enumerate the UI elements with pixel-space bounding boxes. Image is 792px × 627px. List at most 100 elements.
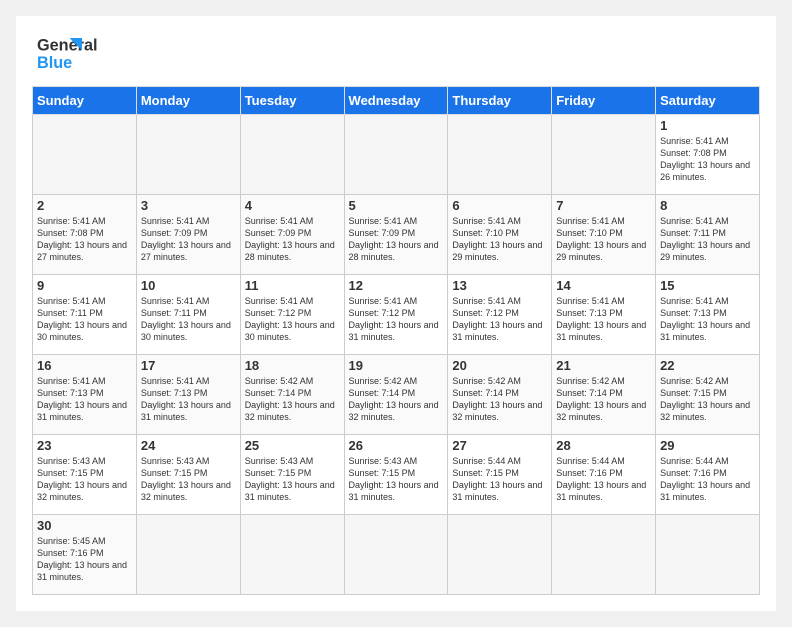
calendar-cell bbox=[552, 115, 656, 195]
day-number: 3 bbox=[141, 198, 236, 213]
svg-text:Blue: Blue bbox=[37, 54, 72, 72]
weekday-header-monday: Monday bbox=[136, 87, 240, 115]
calendar-cell: 3 Sunrise: 5:41 AM Sunset: 7:09 PM Daylig… bbox=[136, 195, 240, 275]
day-number: 1 bbox=[660, 118, 755, 133]
day-info: Sunrise: 5:41 AM Sunset: 7:12 PM Dayligh… bbox=[452, 295, 547, 344]
logo-icon: General Blue bbox=[32, 28, 112, 78]
day-info: Sunrise: 5:44 AM Sunset: 7:15 PM Dayligh… bbox=[452, 455, 547, 504]
day-number: 7 bbox=[556, 198, 651, 213]
day-number: 12 bbox=[349, 278, 444, 293]
calendar-table: SundayMondayTuesdayWednesdayThursdayFrid… bbox=[32, 86, 760, 595]
week-row-1: 2Sunrise: 5:41 AM Sunset: 7:08 PM Daylig… bbox=[33, 195, 760, 275]
day-info: Sunrise: 5:41 AM Sunset: 7:13 PM Dayligh… bbox=[556, 295, 651, 344]
svg-text:General: General bbox=[37, 37, 98, 55]
day-number: 20 bbox=[452, 358, 547, 373]
calendar-cell bbox=[33, 115, 137, 195]
day-number: 30 bbox=[37, 518, 132, 533]
calendar-cell: 27 Sunrise: 5:44 AM Sunset: 7:15 PM Dayli… bbox=[448, 435, 552, 515]
day-info: Sunrise: 5:45 AM Sunset: 7:16 PM Dayligh… bbox=[37, 535, 132, 584]
weekday-header-thursday: Thursday bbox=[448, 87, 552, 115]
day-info: Sunrise: 5:42 AM Sunset: 7:14 PM Dayligh… bbox=[556, 375, 651, 424]
calendar-cell: 18Sunrise: 5:42 AM Sunset: 7:14 PM Dayli… bbox=[240, 355, 344, 435]
calendar-container: General Blue SundayMondayTuesdayWednesda… bbox=[16, 16, 776, 611]
day-number: 24 bbox=[141, 438, 236, 453]
calendar-cell: 17Sunrise: 5:41 AM Sunset: 7:13 PM Dayli… bbox=[136, 355, 240, 435]
calendar-cell: 4 Sunrise: 5:41 AM Sunset: 7:09 PM Daylig… bbox=[240, 195, 344, 275]
day-number: 6 bbox=[452, 198, 547, 213]
day-number: 5 bbox=[349, 198, 444, 213]
weekday-header-saturday: Saturday bbox=[656, 87, 760, 115]
day-number: 23 bbox=[37, 438, 132, 453]
calendar-cell: 2Sunrise: 5:41 AM Sunset: 7:08 PM Daylig… bbox=[33, 195, 137, 275]
day-info: Sunrise: 5:41 AM Sunset: 7:11 PM Dayligh… bbox=[660, 215, 755, 264]
calendar-cell bbox=[136, 115, 240, 195]
weekday-header-row: SundayMondayTuesdayWednesdayThursdayFrid… bbox=[33, 87, 760, 115]
calendar-cell bbox=[552, 515, 656, 595]
day-number: 11 bbox=[245, 278, 340, 293]
calendar-cell: 25Sunrise: 5:43 AM Sunset: 7:15 PM Dayli… bbox=[240, 435, 344, 515]
calendar-cell bbox=[240, 515, 344, 595]
day-info: Sunrise: 5:41 AM Sunset: 7:13 PM Dayligh… bbox=[660, 295, 755, 344]
day-number: 27 bbox=[452, 438, 547, 453]
weekday-header-wednesday: Wednesday bbox=[344, 87, 448, 115]
day-number: 8 bbox=[660, 198, 755, 213]
calendar-cell: 12Sunrise: 5:41 AM Sunset: 7:12 PM Dayli… bbox=[344, 275, 448, 355]
weekday-header-friday: Friday bbox=[552, 87, 656, 115]
calendar-cell: 11 Sunrise: 5:41 AM Sunset: 7:12 PM Dayli… bbox=[240, 275, 344, 355]
day-info: Sunrise: 5:43 AM Sunset: 7:15 PM Dayligh… bbox=[349, 455, 444, 504]
week-row-5: 30 Sunrise: 5:45 AM Sunset: 7:16 PM Dayli… bbox=[33, 515, 760, 595]
day-number: 17 bbox=[141, 358, 236, 373]
calendar-cell: 10Sunrise: 5:41 AM Sunset: 7:11 PM Dayli… bbox=[136, 275, 240, 355]
day-info: Sunrise: 5:42 AM Sunset: 7:14 PM Dayligh… bbox=[349, 375, 444, 424]
day-info: Sunrise: 5:41 AM Sunset: 7:12 PM Dayligh… bbox=[245, 295, 340, 344]
day-info: Sunrise: 5:42 AM Sunset: 7:15 PM Dayligh… bbox=[660, 375, 755, 424]
day-number: 18 bbox=[245, 358, 340, 373]
day-number: 22 bbox=[660, 358, 755, 373]
day-number: 19 bbox=[349, 358, 444, 373]
calendar-cell: 7Sunrise: 5:41 AM Sunset: 7:10 PM Daylig… bbox=[552, 195, 656, 275]
calendar-cell: 24 Sunrise: 5:43 AM Sunset: 7:15 PM Dayli… bbox=[136, 435, 240, 515]
calendar-cell: 9Sunrise: 5:41 AM Sunset: 7:11 PM Daylig… bbox=[33, 275, 137, 355]
day-number: 28 bbox=[556, 438, 651, 453]
day-number: 16 bbox=[37, 358, 132, 373]
day-info: Sunrise: 5:43 AM Sunset: 7:15 PM Dayligh… bbox=[141, 455, 236, 504]
calendar-cell: 21Sunrise: 5:42 AM Sunset: 7:14 PM Dayli… bbox=[552, 355, 656, 435]
day-info: Sunrise: 5:41 AM Sunset: 7:08 PM Dayligh… bbox=[37, 215, 132, 264]
day-info: Sunrise: 5:41 AM Sunset: 7:08 PM Dayligh… bbox=[660, 135, 755, 184]
calendar-cell: 16 Sunrise: 5:41 AM Sunset: 7:13 PM Dayli… bbox=[33, 355, 137, 435]
day-number: 14 bbox=[556, 278, 651, 293]
calendar-cell: 1 Sunrise: 5:41 AM Sunset: 7:08 PM Daylig… bbox=[656, 115, 760, 195]
day-number: 9 bbox=[37, 278, 132, 293]
day-info: Sunrise: 5:44 AM Sunset: 7:16 PM Dayligh… bbox=[556, 455, 651, 504]
calendar-cell: 22 Sunrise: 5:42 AM Sunset: 7:15 PM Dayli… bbox=[656, 355, 760, 435]
calendar-cell bbox=[344, 515, 448, 595]
day-info: Sunrise: 5:41 AM Sunset: 7:09 PM Dayligh… bbox=[349, 215, 444, 264]
day-number: 25 bbox=[245, 438, 340, 453]
day-info: Sunrise: 5:41 AM Sunset: 7:10 PM Dayligh… bbox=[452, 215, 547, 264]
logo: General Blue bbox=[32, 28, 112, 78]
day-info: Sunrise: 5:41 AM Sunset: 7:09 PM Dayligh… bbox=[141, 215, 236, 264]
calendar-cell: 8 Sunrise: 5:41 AM Sunset: 7:11 PM Daylig… bbox=[656, 195, 760, 275]
calendar-cell: 30 Sunrise: 5:45 AM Sunset: 7:16 PM Dayli… bbox=[33, 515, 137, 595]
week-row-4: 23 Sunrise: 5:43 AM Sunset: 7:15 PM Dayli… bbox=[33, 435, 760, 515]
week-row-0: 1 Sunrise: 5:41 AM Sunset: 7:08 PM Daylig… bbox=[33, 115, 760, 195]
day-number: 15 bbox=[660, 278, 755, 293]
calendar-cell: 29 Sunrise: 5:44 AM Sunset: 7:16 PM Dayli… bbox=[656, 435, 760, 515]
calendar-cell: 14 Sunrise: 5:41 AM Sunset: 7:13 PM Dayli… bbox=[552, 275, 656, 355]
calendar-cell: 26Sunrise: 5:43 AM Sunset: 7:15 PM Dayli… bbox=[344, 435, 448, 515]
day-info: Sunrise: 5:44 AM Sunset: 7:16 PM Dayligh… bbox=[660, 455, 755, 504]
day-number: 29 bbox=[660, 438, 755, 453]
calendar-cell: 6 Sunrise: 5:41 AM Sunset: 7:10 PM Daylig… bbox=[448, 195, 552, 275]
header: General Blue bbox=[32, 28, 760, 78]
weekday-header-tuesday: Tuesday bbox=[240, 87, 344, 115]
day-info: Sunrise: 5:41 AM Sunset: 7:09 PM Dayligh… bbox=[245, 215, 340, 264]
day-info: Sunrise: 5:41 AM Sunset: 7:13 PM Dayligh… bbox=[37, 375, 132, 424]
calendar-cell bbox=[240, 115, 344, 195]
week-row-3: 16 Sunrise: 5:41 AM Sunset: 7:13 PM Dayli… bbox=[33, 355, 760, 435]
calendar-cell bbox=[656, 515, 760, 595]
day-number: 4 bbox=[245, 198, 340, 213]
day-info: Sunrise: 5:43 AM Sunset: 7:15 PM Dayligh… bbox=[37, 455, 132, 504]
day-number: 13 bbox=[452, 278, 547, 293]
calendar-cell: 13 Sunrise: 5:41 AM Sunset: 7:12 PM Dayli… bbox=[448, 275, 552, 355]
week-row-2: 9Sunrise: 5:41 AM Sunset: 7:11 PM Daylig… bbox=[33, 275, 760, 355]
